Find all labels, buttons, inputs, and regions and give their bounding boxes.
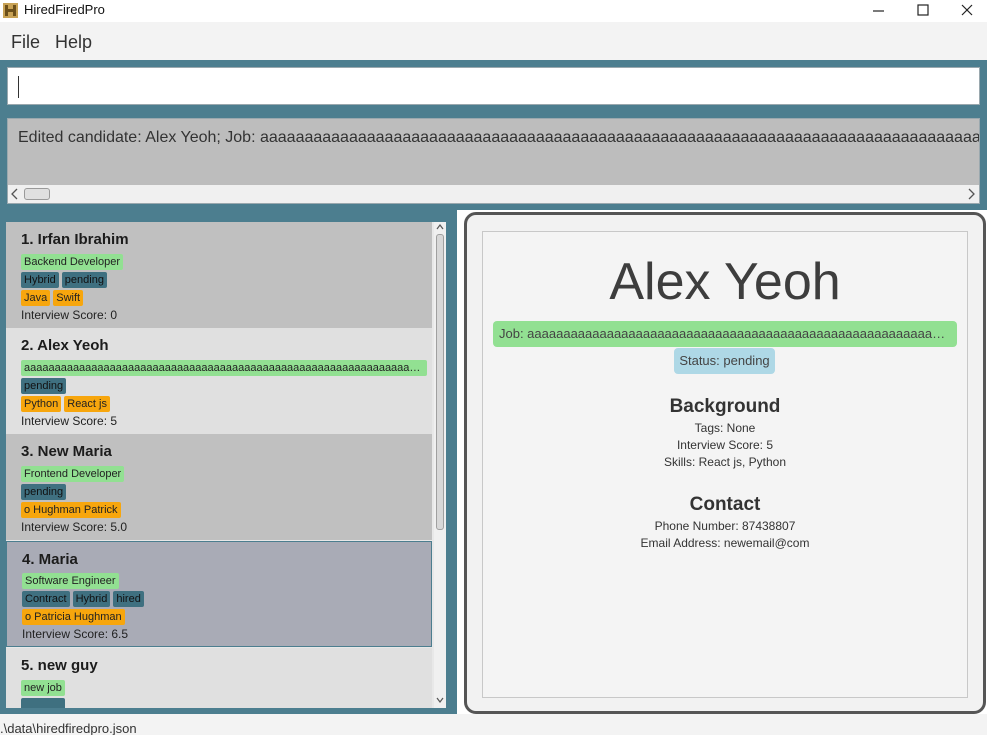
skill-tags: Python React js xyxy=(21,396,113,412)
status-tags: pending xyxy=(21,378,69,394)
candidate-card[interactable]: 5. new guy new job xyxy=(6,648,432,708)
maximize-icon xyxy=(917,4,929,16)
text-caret xyxy=(18,76,19,98)
skill-chip: Java xyxy=(21,290,51,306)
skill-tags: o Patricia Hughman xyxy=(22,609,128,625)
job-tags: Software Engineer xyxy=(22,573,122,589)
candidate-name: 3. New Maria xyxy=(21,443,112,460)
maximize-button[interactable] xyxy=(900,0,946,22)
detail-skills: Skills: React js, Python xyxy=(663,455,787,469)
job-chip: aaaaaaaaaaaaaaaaaaaaaaaaaaaaaaaaaaaaaaaa… xyxy=(21,360,427,376)
candidate-name: 2. Alex Yeoh xyxy=(21,337,109,354)
command-box-panel xyxy=(0,60,987,112)
window-title: HiredFiredPro xyxy=(24,2,105,17)
status-tags: Hybrid pending xyxy=(21,272,110,288)
status-chip: pending xyxy=(21,484,67,500)
detail-tags: Tags: None xyxy=(694,421,756,435)
job-chip: Frontend Developer xyxy=(21,466,125,482)
result-display: Edited candidate: Alex Yeoh; Job: aaaaaa… xyxy=(7,118,980,204)
app-h-icon xyxy=(3,3,18,18)
detail-candidate-name: Alex Yeoh xyxy=(609,253,841,311)
status-chip: hired xyxy=(113,591,144,607)
scrollbar-thumb[interactable] xyxy=(436,234,444,530)
candidate-list-panel: 1. Irfan Ibrahim Backend Developer Hybri… xyxy=(0,210,457,714)
status-chip: pending xyxy=(61,272,107,288)
job-chip: Backend Developer xyxy=(21,254,124,270)
menu-help[interactable]: Help xyxy=(55,32,92,53)
skill-tags: o Hughman Patrick xyxy=(21,502,124,518)
result-display-panel: Edited candidate: Alex Yeoh; Job: aaaaaa… xyxy=(0,112,987,210)
job-tags: new job xyxy=(21,680,68,696)
scroll-down-icon[interactable] xyxy=(436,696,444,704)
candidate-name: 1. Irfan Ibrahim xyxy=(21,231,129,248)
scroll-left-icon[interactable] xyxy=(10,188,20,200)
job-tags: Frontend Developer xyxy=(21,466,127,482)
detail-email: Email Address: newemail@com xyxy=(640,536,810,550)
candidate-name: 4. Maria xyxy=(22,551,78,568)
candidate-card-selected[interactable]: 4. Maria Software Engineer Contract Hybri… xyxy=(6,541,432,647)
candidate-detail-card: Alex Yeoh Job: aaaaaaaaaaaaaaaaaaaaaaaaa… xyxy=(482,231,968,698)
minimize-button[interactable] xyxy=(856,0,902,22)
interview-score: Interview Score: 5.0 xyxy=(21,520,128,534)
candidate-card[interactable]: 1. Irfan Ibrahim Backend Developer Hybri… xyxy=(6,222,432,328)
save-location: .\data\hiredfiredpro.json xyxy=(0,721,137,735)
skill-tags: Java Swift xyxy=(21,290,86,306)
job-chip: new job xyxy=(21,680,65,696)
minimize-icon xyxy=(873,10,884,12)
status-chip xyxy=(21,698,65,708)
horizontal-scrollbar[interactable] xyxy=(8,185,979,203)
scrollbar-thumb[interactable] xyxy=(24,188,50,200)
skill-chip: o Patricia Hughman xyxy=(22,609,125,625)
status-chip: Contract xyxy=(22,591,70,607)
background-heading: Background xyxy=(669,396,781,417)
status-chip: Hybrid xyxy=(21,272,59,288)
status-tags: pending xyxy=(21,484,69,500)
close-icon xyxy=(961,4,973,16)
detail-phone: Phone Number: 87438807 xyxy=(654,519,796,533)
candidate-list[interactable]: 1. Irfan Ibrahim Backend Developer Hybri… xyxy=(6,222,446,708)
vertical-scrollbar[interactable] xyxy=(434,222,446,708)
detail-status-chip: Status: pending xyxy=(674,348,775,374)
interview-score: Interview Score: 5 xyxy=(21,414,118,428)
menu-file[interactable]: File xyxy=(11,32,40,53)
interview-score: Interview Score: 6.5 xyxy=(22,627,129,641)
skill-chip: o Hughman Patrick xyxy=(21,502,121,518)
candidate-card[interactable]: 3. New Maria Frontend Developer pending … xyxy=(6,434,432,540)
result-message: Edited candidate: Alex Yeoh; Job: aaaaaa… xyxy=(18,129,980,146)
status-chip: pending xyxy=(21,378,67,394)
close-button[interactable] xyxy=(944,0,987,22)
title-bar: HiredFiredPro xyxy=(0,0,987,22)
contact-heading: Contact xyxy=(689,494,761,515)
candidate-card[interactable]: 2. Alex Yeoh aaaaaaaaaaaaaaaaaaaaaaaaaaa… xyxy=(6,328,432,434)
status-tags xyxy=(21,698,68,708)
scroll-up-icon[interactable] xyxy=(436,223,444,231)
status-tags: Contract Hybrid hired xyxy=(22,591,147,607)
status-chip: Hybrid xyxy=(72,591,111,607)
interview-score: Interview Score: 0 xyxy=(21,308,118,322)
menu-bar: File Help xyxy=(0,22,987,60)
job-chip: Software Engineer xyxy=(22,573,119,589)
job-tags: aaaaaaaaaaaaaaaaaaaaaaaaaaaaaaaaaaaaaaaa… xyxy=(21,360,430,376)
skill-chip: Python xyxy=(21,396,62,412)
skill-chip: Swift xyxy=(53,290,84,306)
status-bar: .\data\hiredfiredpro.json xyxy=(0,714,987,735)
job-tags: Backend Developer xyxy=(21,254,126,270)
candidate-name: 5. new guy xyxy=(21,657,98,674)
detail-interview-score: Interview Score: 5 xyxy=(676,438,774,452)
scroll-right-icon[interactable] xyxy=(966,188,976,200)
detail-job-chip: Job: aaaaaaaaaaaaaaaaaaaaaaaaaaaaaaaaaaa… xyxy=(493,321,957,347)
command-input[interactable] xyxy=(7,67,980,105)
candidate-detail-panel: Alex Yeoh Job: aaaaaaaaaaaaaaaaaaaaaaaaa… xyxy=(464,212,986,714)
skill-chip: React js xyxy=(64,396,110,412)
